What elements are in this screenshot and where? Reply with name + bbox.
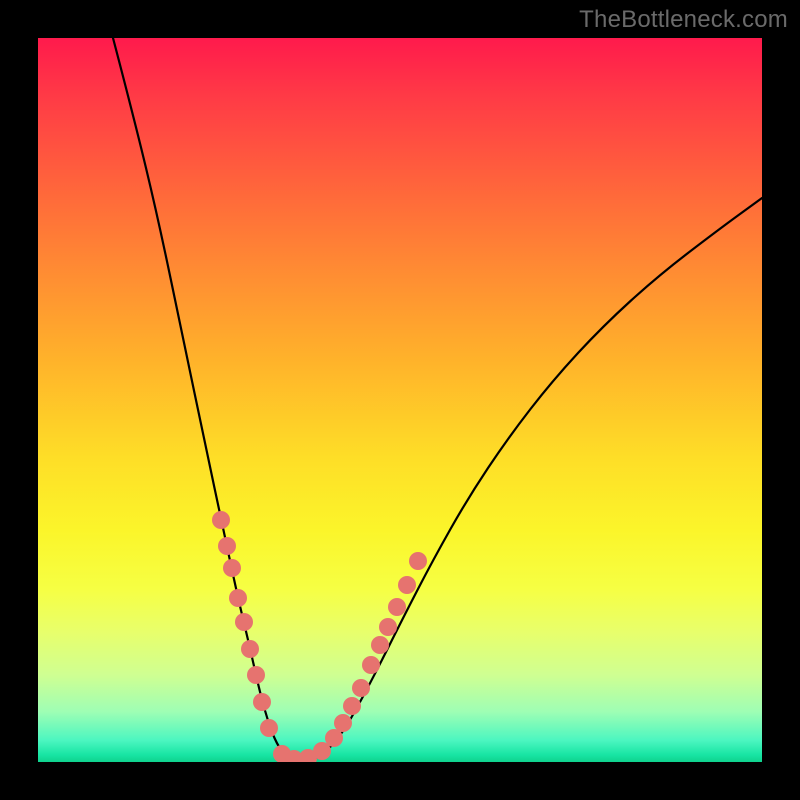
curve-dot	[362, 656, 380, 674]
curve-dot	[409, 552, 427, 570]
bottleneck-curve	[113, 38, 762, 761]
curve-dot	[212, 511, 230, 529]
curve-dot	[223, 559, 241, 577]
curve-dot	[398, 576, 416, 594]
curve-dot	[379, 618, 397, 636]
chart-plot-area	[38, 38, 762, 762]
curve-dot	[241, 640, 259, 658]
curve-dot	[352, 679, 370, 697]
curve-dot	[229, 589, 247, 607]
curve-dot	[260, 719, 278, 737]
curve-dot	[235, 613, 253, 631]
curve-dot	[325, 729, 343, 747]
chart-frame: TheBottleneck.com	[0, 0, 800, 800]
curve-dot	[334, 714, 352, 732]
chart-svg	[38, 38, 762, 762]
curve-dot	[247, 666, 265, 684]
curve-dot	[253, 693, 271, 711]
curve-dot	[388, 598, 406, 616]
curve-dot	[343, 697, 361, 715]
curve-dot	[218, 537, 236, 555]
watermark-text: TheBottleneck.com	[579, 6, 788, 34]
curve-dot	[371, 636, 389, 654]
